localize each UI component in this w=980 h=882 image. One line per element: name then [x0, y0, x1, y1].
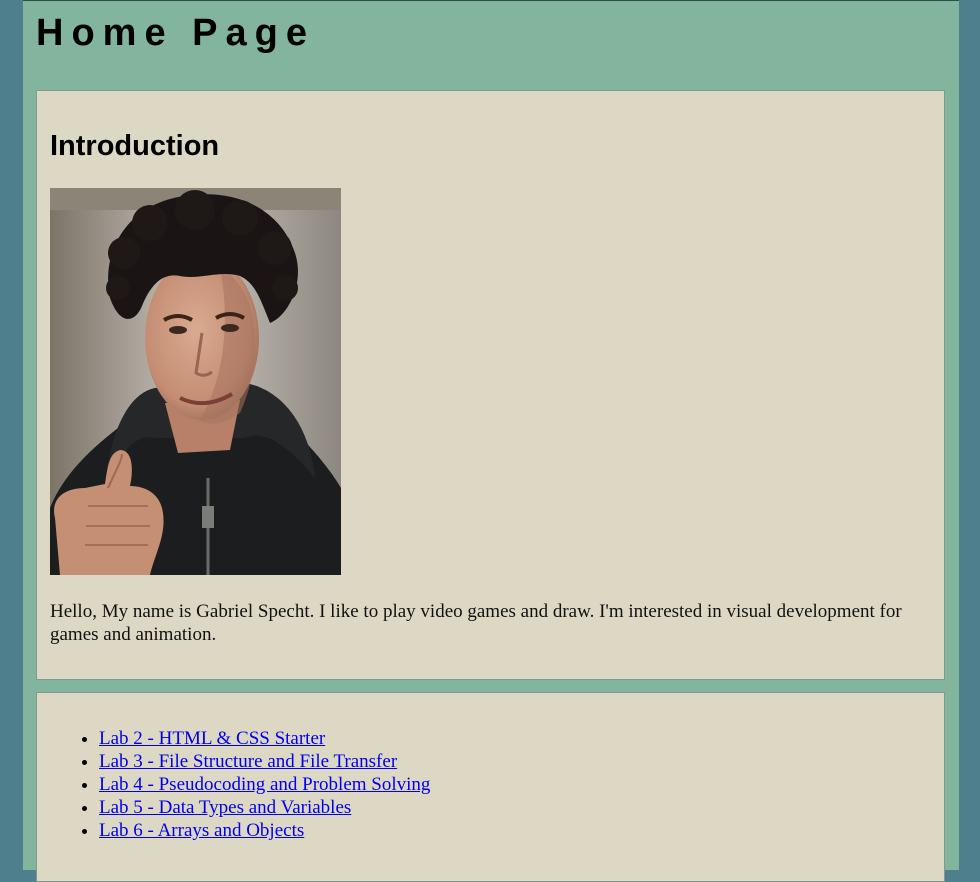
lab-link-3[interactable]: Lab 3 - File Structure and File Transfer [99, 751, 397, 772]
lab-link-2[interactable]: Lab 2 - HTML & CSS Starter [99, 728, 325, 749]
intro-heading: Introduction [50, 130, 220, 162]
page-container: Home Page Introduction Hello, My name is… [23, 0, 959, 882]
list-item: Lab 6 - Arrays and Objects [99, 819, 430, 842]
list-item: Lab 5 - Data Types and Variables [99, 796, 430, 819]
list-item: Lab 2 - HTML & CSS Starter [99, 727, 430, 750]
lab-link-5[interactable]: Lab 5 - Data Types and Variables [99, 797, 351, 818]
profile-photo [50, 188, 341, 575]
list-item: Lab 3 - File Structure and File Transfer [99, 750, 430, 773]
list-item: Lab 4 - Pseudocoding and Problem Solving [99, 773, 430, 796]
lab-links-list: Lab 2 - HTML & CSS Starter Lab 3 - File … [37, 727, 430, 842]
lab-link-4[interactable]: Lab 4 - Pseudocoding and Problem Solving [99, 774, 430, 795]
intro-paragraph: Hello, My name is Gabriel Specht. I like… [50, 601, 902, 645]
intro-section: Introduction Hello, My name is Gabriel S… [36, 90, 945, 680]
lab-links-section: Lab 2 - HTML & CSS Starter Lab 3 - File … [36, 692, 945, 882]
lab-link-6[interactable]: Lab 6 - Arrays and Objects [99, 820, 304, 841]
page-title: Home Page [36, 12, 315, 54]
